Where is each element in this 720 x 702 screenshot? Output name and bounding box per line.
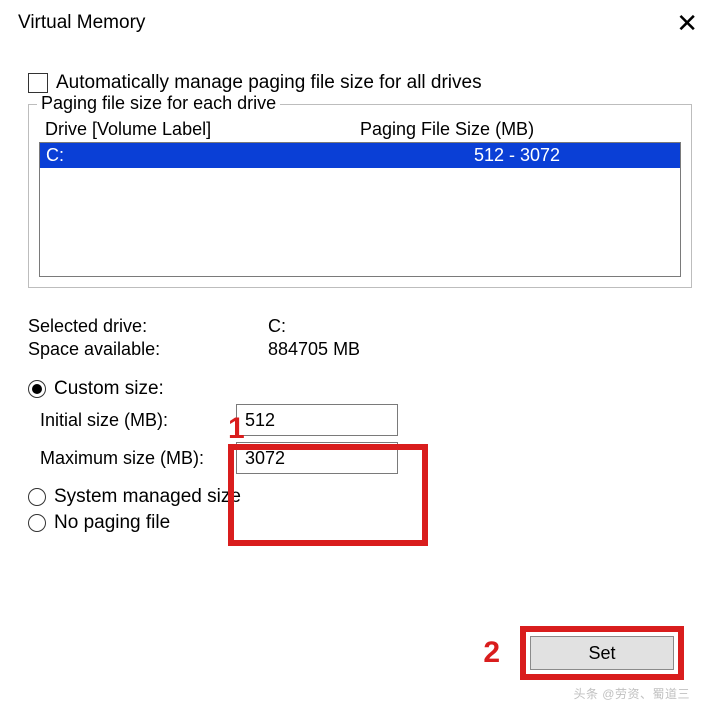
window-title: Virtual Memory xyxy=(18,12,145,34)
column-header-size: Paging File Size (MB) xyxy=(360,119,675,140)
no-paging-label: No paging file xyxy=(54,512,170,534)
custom-size-label: Custom size: xyxy=(54,378,164,400)
annotation-box-2: Set xyxy=(520,626,684,680)
list-item[interactable]: C: 512 - 3072 xyxy=(40,143,680,168)
auto-manage-checkbox[interactable] xyxy=(28,73,48,93)
group-label: Paging file size for each drive xyxy=(37,93,280,114)
space-available-label: Space available: xyxy=(28,339,268,360)
annotation-number-1: 1 xyxy=(228,412,245,446)
annotation-number-2: 2 xyxy=(483,636,500,670)
close-icon[interactable]: ✕ xyxy=(672,10,702,36)
space-available-value: 884705 MB xyxy=(268,339,360,360)
drive-listbox[interactable]: C: 512 - 3072 xyxy=(39,142,681,277)
column-header-drive: Drive [Volume Label] xyxy=(45,119,360,140)
initial-size-input[interactable] xyxy=(236,404,398,436)
list-item-size: 512 - 3072 xyxy=(360,145,674,166)
selected-drive-value: C: xyxy=(268,316,286,337)
auto-manage-label: Automatically manage paging file size fo… xyxy=(56,72,482,94)
maximum-size-input[interactable] xyxy=(236,442,398,474)
selected-drive-label: Selected drive: xyxy=(28,316,268,337)
paging-file-groupbox: Paging file size for each drive Drive [V… xyxy=(28,104,692,288)
set-button[interactable]: Set xyxy=(530,636,674,670)
system-managed-radio[interactable] xyxy=(28,488,46,506)
maximum-size-label: Maximum size (MB): xyxy=(28,448,236,469)
watermark-text: 头条 @劳资、蜀道三 xyxy=(573,685,690,702)
custom-size-radio[interactable] xyxy=(28,380,46,398)
list-item-drive: C: xyxy=(46,145,360,166)
system-managed-label: System managed size xyxy=(54,486,241,508)
no-paging-radio[interactable] xyxy=(28,514,46,532)
initial-size-label: Initial size (MB): xyxy=(28,410,236,431)
